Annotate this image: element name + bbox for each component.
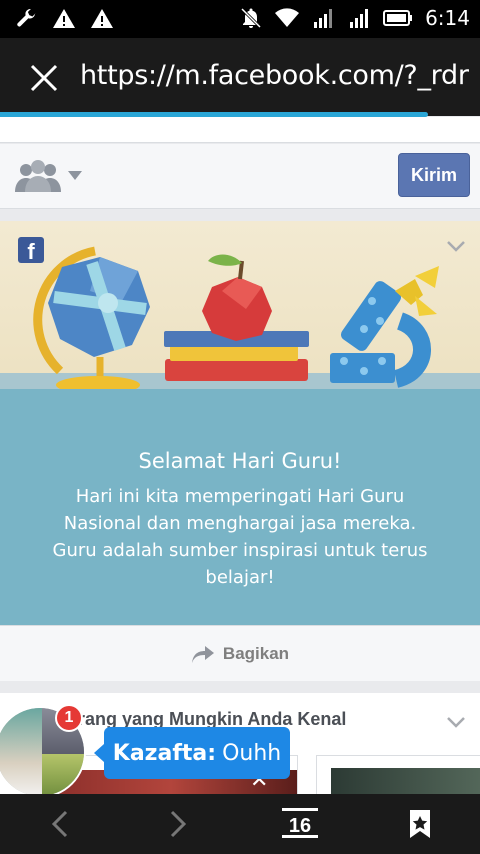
top-strip <box>0 117 480 143</box>
battery-icon <box>383 10 413 26</box>
avatar <box>0 708 42 796</box>
chevron-down-icon[interactable] <box>446 239 466 253</box>
send-button[interactable]: Kirim <box>398 153 470 197</box>
composer-bar: Kirim <box>0 144 480 209</box>
teachers-day-card: f Selamat Hari Guru! Hari ini kita mempe… <box>0 221 480 681</box>
share-button[interactable]: Bagikan <box>0 625 480 681</box>
facebook-logo-icon: f <box>18 237 44 263</box>
chat-preview-bubble[interactable]: Kazafta: Ouhh <box>94 727 290 779</box>
suggestion-card[interactable] <box>316 755 480 794</box>
tabs-button[interactable]: 16 <box>282 808 318 838</box>
wrench-icon <box>17 8 36 27</box>
suggestion-photo <box>331 768 480 794</box>
muted-bell-icon <box>241 7 262 29</box>
bookmark-icon[interactable] <box>404 808 436 840</box>
audience-selector[interactable] <box>14 158 82 194</box>
warning-icon <box>53 9 75 28</box>
url-bar: https://m.facebook.com/?_rdr <box>0 38 480 116</box>
card-illustration: f <box>0 221 480 391</box>
chat-message: Ouhh <box>222 740 282 766</box>
friends-icon <box>15 160 61 192</box>
close-icon[interactable] <box>28 62 60 94</box>
illustration-image <box>0 246 480 391</box>
warning-icon <box>91 9 113 28</box>
wifi-icon <box>275 8 300 27</box>
share-label: Bagikan <box>222 643 290 663</box>
browser-bottom-bar: 16 <box>0 794 480 854</box>
card-body: Hari ini kita memperingati Hari Guru Nas… <box>52 486 428 588</box>
clock: 6:14 <box>425 6 470 30</box>
url-text[interactable]: https://m.facebook.com/?_rdr <box>80 60 469 91</box>
back-icon[interactable] <box>44 808 76 840</box>
avatar <box>42 754 84 796</box>
chevron-down-icon[interactable] <box>446 715 466 729</box>
share-arrow-icon <box>191 645 214 663</box>
page-content: Kirim f Selamat Hari Guru! Hari ini kita… <box>0 117 480 794</box>
forward-icon[interactable] <box>162 808 194 840</box>
card-title: Selamat Hari Guru! <box>138 449 342 473</box>
status-bar: 6:14 <box>0 0 480 38</box>
signal-icon <box>314 9 333 28</box>
unread-badge: 1 <box>55 704 83 732</box>
caret-down-icon <box>68 171 82 180</box>
signal-icon <box>350 9 369 28</box>
chat-sender: Kazafta: <box>112 740 217 766</box>
